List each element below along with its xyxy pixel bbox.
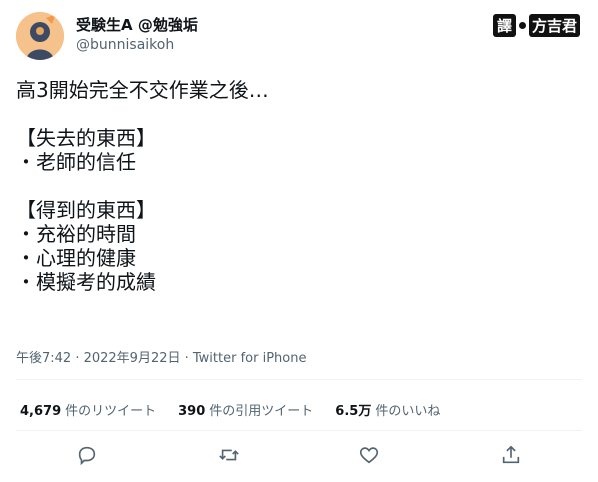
divider <box>16 379 582 380</box>
avatar[interactable] <box>16 12 64 60</box>
like-icon[interactable] <box>358 444 382 468</box>
watermark-dot <box>518 22 526 29</box>
retweets-label: 件のリツイート <box>65 404 157 419</box>
tweet-card: 受験生A @勉強垢 @bunnisaikoh 譯 方吉君 高3開始完全不交作業之… <box>0 0 598 482</box>
user-handle[interactable]: @bunnisaikoh <box>76 37 174 53</box>
retweets-stat[interactable]: 4,679 件のリツイート <box>20 400 156 419</box>
tweet-text: 高3開始完全不交作業之後… 【失去的東西】 ・老師的信任 【得到的東西】 ・充裕… <box>16 78 269 294</box>
watermark-tag: 方吉君 <box>528 14 580 37</box>
watermark: 譯 方吉君 <box>492 14 580 37</box>
divider <box>16 430 582 431</box>
tweet-stats: 4,679 件のリツイート 390 件の引用ツイート 6.5万 件のいいね <box>20 400 440 419</box>
quotes-count: 390 <box>178 404 206 419</box>
watermark-main: 譯 <box>492 14 516 37</box>
quotes-stat[interactable]: 390 件の引用ツイート <box>178 400 313 419</box>
display-name[interactable]: 受験生A @勉強垢 <box>76 14 198 35</box>
retweets-count: 4,679 <box>20 404 62 419</box>
action-bar <box>0 444 598 470</box>
likes-label: 件のいいね <box>375 404 441 419</box>
likes-stat[interactable]: 6.5万 件のいいね <box>335 400 440 419</box>
quotes-label: 件の引用ツイート <box>209 404 314 419</box>
reply-icon[interactable] <box>76 444 100 468</box>
retweet-icon[interactable] <box>218 444 242 468</box>
likes-count: 6.5万 <box>335 404 372 419</box>
tweet-timestamp[interactable]: 午後7:42 · 2022年9月22日 · Twitter for iPhone <box>16 347 306 366</box>
share-icon[interactable] <box>500 444 524 468</box>
